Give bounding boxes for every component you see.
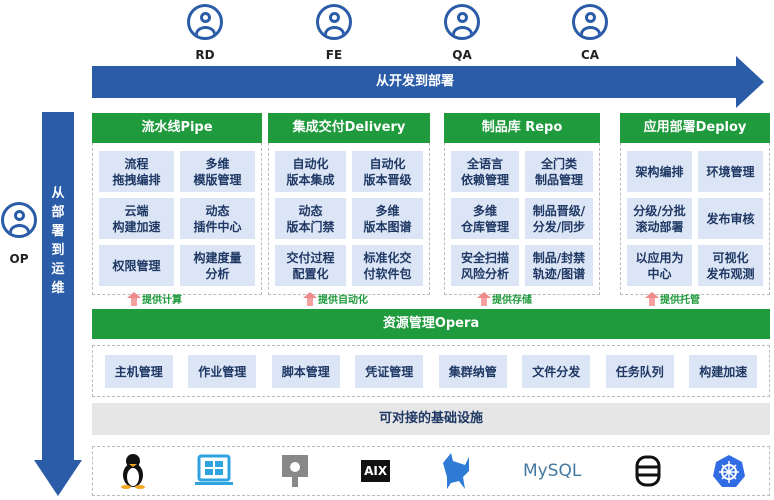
arrow-right-icon xyxy=(736,56,764,108)
arrow-up-icon xyxy=(645,291,659,306)
dev-to-deploy-arrow: 从开发到部署 xyxy=(92,66,738,98)
infrastructure-icons: AIX MySQL xyxy=(92,446,770,496)
role-label: RD xyxy=(195,48,215,62)
rd-person-icon xyxy=(187,4,223,40)
module-item: 主机管理 xyxy=(104,354,173,388)
mysql-icon: MySQL xyxy=(517,451,587,491)
feature-cell: 流程 拖拽编排 xyxy=(99,151,174,192)
feature-cell: 标准化交 付软件包 xyxy=(352,245,423,286)
column-header: 制品库 Repo xyxy=(444,113,600,143)
column-header: 流水线Pipe xyxy=(92,113,262,143)
column-box: 自动化 版本集成 自动化 版本晋级 动态 版本门禁 多维 版本图谱 交付过程 配置化 标准… xyxy=(268,143,430,295)
role-label: CA xyxy=(580,48,600,62)
role-label: QA xyxy=(452,48,472,62)
feature-cell: 制品晋级/ 分发/同步 xyxy=(525,198,593,239)
kubernetes-icon xyxy=(709,451,749,491)
qa-person-icon xyxy=(444,4,480,40)
arrow-down-icon xyxy=(34,460,82,496)
role-label: FE xyxy=(325,48,343,62)
database-icon xyxy=(628,451,668,491)
feature-cell: 构建度量 分析 xyxy=(180,245,255,286)
ca-person-icon xyxy=(572,4,608,40)
module-item: 凭证管理 xyxy=(355,354,424,388)
modules-row: 主机管理 作业管理 脚本管理 凭证管理 集群纳管 文件分发 任务队列 构建加速 xyxy=(92,345,770,397)
module-item: 任务队列 xyxy=(605,354,674,388)
capability-column: 集成交付Delivery 自动化 版本集成 自动化 版本晋级 动态 版本门禁 多维 版本… xyxy=(268,113,430,295)
feature-cell: 动态 插件中心 xyxy=(180,198,255,239)
module-item: 脚本管理 xyxy=(271,354,340,388)
provides-text: 提供计算 xyxy=(142,295,182,306)
feature-cell: 全语言 依赖管理 xyxy=(451,151,519,192)
capability-column: 制品库 Repo 全语言 依赖管理 全门类 制品管理 多维 仓库管理 制品晋级/ 分发/… xyxy=(444,113,600,295)
feature-cell: 多维 模版管理 xyxy=(180,151,255,192)
module-item: 构建加速 xyxy=(689,354,758,388)
module-item: 集群纳管 xyxy=(438,354,507,388)
aix-logo: AIX xyxy=(361,460,391,482)
op-person-icon xyxy=(1,202,37,238)
provides-label: 提供托管 xyxy=(645,291,700,306)
module-item: 文件分发 xyxy=(522,354,591,388)
feature-cell: 可视化 发布观测 xyxy=(698,245,763,286)
column-box: 全语言 依赖管理 全门类 制品管理 多维 仓库管理 制品晋级/ 分发/同步 安全扫描 风… xyxy=(444,143,600,295)
feature-cell: 环境管理 xyxy=(698,151,763,192)
arrow-up-icon xyxy=(303,291,317,306)
feature-cell: 多维 版本图谱 xyxy=(352,198,423,239)
provides-text: 提供托管 xyxy=(660,295,700,306)
feature-cell: 交付过程 配置化 xyxy=(275,245,346,286)
feature-cell: 架构编排 xyxy=(627,151,692,192)
column-header: 集成交付Delivery xyxy=(268,113,430,143)
feature-cell: 云端 构建加速 xyxy=(99,198,174,239)
arrow-up-icon xyxy=(127,291,141,306)
provides-text: 提供存储 xyxy=(492,295,532,306)
fe-person-icon xyxy=(316,4,352,40)
linux-icon xyxy=(113,451,153,491)
feature-cell: 分级/分批 滚动部署 xyxy=(627,198,692,239)
provides-label: 提供自动化 xyxy=(303,291,368,306)
column-box: 架构编排 环境管理 分级/分批 滚动部署 发布审核 以应用为 中心 可视化 发布观测 xyxy=(620,143,770,295)
capability-column: 流水线Pipe 流程 拖拽编排 多维 模版管理 云端 构建加速 动态 插件中心 权限管理构… xyxy=(92,113,262,295)
feature-cell: 权限管理 xyxy=(99,245,174,286)
role-label: OP xyxy=(9,252,29,266)
feature-cell: 全门类 制品管理 xyxy=(525,151,593,192)
mysql-logo: MySQL xyxy=(522,461,582,481)
feature-cell: 多维 仓库管理 xyxy=(451,198,519,239)
aix-icon: AIX xyxy=(356,451,396,491)
resource-management-bar: 资源管理Opera xyxy=(92,309,770,339)
deploy-to-ops-arrow: 从部署到运维 xyxy=(42,112,74,462)
deploy-to-ops-label: 从部署到运维 xyxy=(51,186,65,296)
infrastructure-title: 可对接的基础设施 xyxy=(92,403,770,435)
column-box: 流程 拖拽编排 多维 模版管理 云端 构建加速 动态 插件中心 权限管理 构建度量 分析 xyxy=(92,143,262,295)
feature-cell: 动态 版本门禁 xyxy=(275,198,346,239)
feature-cell: 安全扫描 风险分析 xyxy=(451,245,519,286)
feature-cell: 自动化 版本晋级 xyxy=(352,151,423,192)
provides-label: 提供计算 xyxy=(127,291,182,306)
capability-column: 应用部署Deploy 架构编排 环境管理 分级/分批 滚动部署 发布审核 以应用为 中心可… xyxy=(620,113,770,295)
module-item: 作业管理 xyxy=(188,354,257,388)
column-header: 应用部署Deploy xyxy=(620,113,770,143)
provides-text: 提供自动化 xyxy=(318,295,368,306)
provides-label: 提供存储 xyxy=(477,291,532,306)
feature-cell: 发布审核 xyxy=(698,198,763,239)
windows-icon xyxy=(194,451,234,491)
feature-cell: 自动化 版本集成 xyxy=(275,151,346,192)
feature-cell: 以应用为 中心 xyxy=(627,245,692,286)
apple-icon xyxy=(275,451,315,491)
feature-cell: 制品/封禁 轨迹/图谱 xyxy=(525,245,593,286)
kafka-icon xyxy=(436,451,476,491)
arrow-up-icon xyxy=(477,291,491,306)
